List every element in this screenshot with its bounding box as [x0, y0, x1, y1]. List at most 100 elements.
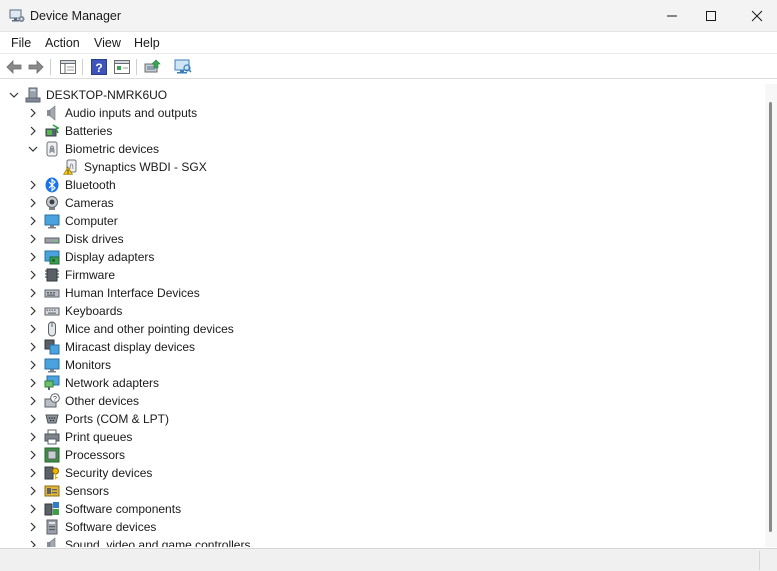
tree-item-miracast[interactable]: Miracast display devices	[2, 338, 762, 356]
back-arrow-icon	[6, 60, 22, 74]
chevron-right-icon[interactable]	[27, 215, 39, 227]
chevron-right-icon[interactable]	[27, 107, 39, 119]
tree-item-sound-controllers[interactable]: Sound, video and game controllers	[2, 536, 762, 547]
tree-root-label: DESKTOP-NMRK6UO	[46, 88, 168, 102]
tree-item-bluetooth[interactable]: Bluetooth	[2, 176, 762, 194]
tree-item-monitors[interactable]: Monitors	[2, 356, 762, 374]
monitor-icon	[44, 358, 60, 373]
mouse-icon	[48, 321, 56, 337]
tree-root[interactable]: DESKTOP-NMRK6UO	[2, 86, 762, 104]
tree-item-biometric[interactable]: Biometric devices	[2, 140, 762, 158]
computer-tree-icon	[25, 87, 41, 103]
miracast-icon	[44, 339, 60, 355]
tree-item-label: Miracast display devices	[65, 340, 196, 354]
chevron-right-icon[interactable]	[27, 485, 39, 497]
chevron-right-icon[interactable]	[27, 233, 39, 245]
chevron-right-icon[interactable]	[27, 503, 39, 515]
scrollbar-thumb[interactable]	[769, 102, 772, 532]
vertical-scrollbar[interactable]	[765, 84, 777, 547]
update-driver-button[interactable]	[143, 58, 163, 76]
camera-icon	[46, 196, 58, 210]
tree-item-disk-drives[interactable]: Disk drives	[2, 230, 762, 248]
tree-item-sensors[interactable]: Sensors	[2, 482, 762, 500]
tree-item-label: Biometric devices	[65, 142, 160, 156]
tree-item-label: Print queues	[65, 430, 133, 444]
tree-item-audio[interactable]: Audio inputs and outputs	[2, 104, 762, 122]
tree-item-keyboards[interactable]: Keyboards	[2, 302, 762, 320]
tree-item-label: Sensors	[65, 484, 110, 498]
tree-item-software-components[interactable]: Software components	[2, 500, 762, 518]
tree-item-cameras[interactable]: Cameras	[2, 194, 762, 212]
maximize-button[interactable]	[688, 0, 734, 32]
chevron-right-icon[interactable]	[27, 377, 39, 389]
forward-arrow-icon	[28, 60, 44, 74]
chevron-right-icon[interactable]	[27, 323, 39, 335]
chevron-right-icon[interactable]	[27, 539, 39, 547]
chevron-right-icon[interactable]	[27, 467, 39, 479]
printer-icon	[44, 429, 60, 445]
sensor-icon	[44, 485, 60, 497]
chevron-right-icon[interactable]	[27, 179, 39, 191]
toolbar-separator	[136, 59, 137, 75]
tree-item-network-adapters[interactable]: Network adapters	[2, 374, 762, 392]
device-manager-app-icon	[9, 9, 25, 22]
scan-hardware-icon	[174, 59, 192, 74]
tree-item-software-devices[interactable]: Software devices	[2, 518, 762, 536]
tree-child-synaptics[interactable]: Synaptics WBDI - SGX	[2, 158, 762, 176]
speaker-icon	[47, 105, 56, 121]
tree-item-security-devices[interactable]: Security devices	[2, 464, 762, 482]
chevron-right-icon[interactable]	[27, 341, 39, 353]
tree-item-firmware[interactable]: Firmware	[2, 266, 762, 284]
chevron-right-icon[interactable]	[27, 269, 39, 281]
chevron-right-icon[interactable]	[27, 197, 39, 209]
software-device-icon	[46, 519, 58, 535]
forward-button[interactable]	[26, 58, 46, 76]
chevron-right-icon[interactable]	[27, 305, 39, 317]
processor-icon	[44, 447, 60, 463]
chevron-right-icon[interactable]	[27, 395, 39, 407]
menu-bar: File Action View Help	[0, 32, 777, 54]
battery-icon	[45, 124, 60, 137]
chevron-down-icon[interactable]	[27, 143, 39, 155]
chevron-right-icon[interactable]	[27, 431, 39, 443]
tree-item-hid[interactable]: Human Interface Devices	[2, 284, 762, 302]
fingerprint-icon	[46, 141, 58, 157]
tree-item-ports[interactable]: Ports (COM & LPT)	[2, 410, 762, 428]
tree-item-print-queues[interactable]: Print queues	[2, 428, 762, 446]
toolbar-separator	[50, 59, 51, 75]
status-bar	[0, 548, 777, 571]
close-button[interactable]	[734, 0, 777, 32]
menu-help[interactable]: Help	[134, 36, 160, 50]
chevron-right-icon[interactable]	[27, 287, 39, 299]
menu-file[interactable]: File	[11, 36, 31, 50]
back-button[interactable]	[4, 58, 24, 76]
properties-button[interactable]	[112, 58, 132, 76]
chevron-right-icon[interactable]	[27, 251, 39, 263]
tree-item-mice[interactable]: Mice and other pointing devices	[2, 320, 762, 338]
chevron-right-icon[interactable]	[27, 413, 39, 425]
show-hide-console-tree-button[interactable]	[58, 58, 78, 76]
chevron-right-icon[interactable]	[27, 359, 39, 371]
minimize-icon	[667, 15, 677, 17]
chevron-right-icon[interactable]	[27, 449, 39, 461]
tree-child-label: Synaptics WBDI - SGX	[84, 160, 207, 174]
disk-drive-icon	[44, 237, 60, 244]
tree-item-computer[interactable]: Computer	[2, 212, 762, 230]
tree-item-label: Other devices	[65, 394, 140, 408]
device-tree[interactable]: DESKTOP-NMRK6UO Audio inputs and outputs…	[2, 84, 765, 547]
svg-text:?: ?	[95, 61, 102, 75]
tree-item-label: Computer	[65, 214, 118, 228]
help-button[interactable]: ?	[89, 58, 109, 76]
chevron-right-icon[interactable]	[27, 125, 39, 137]
menu-view[interactable]: View	[94, 36, 121, 50]
tree-item-other-devices[interactable]: ? Other devices	[2, 392, 762, 410]
tree-item-processors[interactable]: Processors	[2, 446, 762, 464]
chevron-down-icon[interactable]	[8, 89, 20, 101]
sound-icon	[47, 537, 56, 547]
network-icon	[44, 375, 60, 390]
menu-action[interactable]: Action	[45, 36, 80, 50]
chevron-right-icon[interactable]	[27, 521, 39, 533]
tree-item-display-adapters[interactable]: Display adapters	[2, 248, 762, 266]
tree-item-batteries[interactable]: Batteries	[2, 122, 762, 140]
scan-hardware-button[interactable]	[173, 58, 193, 76]
